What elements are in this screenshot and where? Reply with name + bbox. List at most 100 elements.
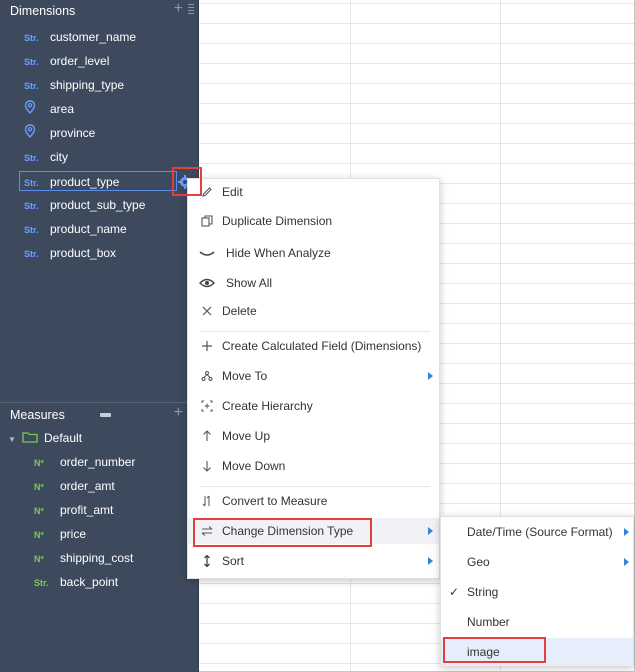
field-name: profit_amt — [60, 503, 114, 517]
dimension-field-selected[interactable]: Str. product_type — [19, 171, 192, 191]
field-name: product_type — [50, 175, 120, 189]
grid-row-divider — [200, 163, 635, 164]
folder-icon — [22, 432, 38, 443]
collapse-icon[interactable] — [100, 413, 111, 417]
submenu-item-label: String — [467, 585, 499, 599]
menu-item-move-to[interactable]: Move To — [188, 363, 439, 389]
menu-item-label: Convert to Measure — [222, 494, 328, 508]
number-type-icon: Nº — [34, 530, 44, 540]
menu-item-create-calculated-field[interactable]: Create Calculated Field (Dimensions) — [188, 333, 439, 359]
measure-field[interactable]: Nº profit_amt — [34, 500, 113, 520]
submenu-item-label: Geo — [467, 555, 490, 569]
dimensions-title: Dimensions — [10, 4, 76, 18]
measure-field[interactable]: Nº shipping_cost — [34, 548, 133, 568]
dimension-field[interactable]: Str. customer_name — [24, 27, 136, 47]
dimension-field[interactable]: Str. order_level — [24, 51, 109, 71]
dimension-field[interactable]: Str. shipping_type — [24, 75, 124, 95]
add-measure-icon[interactable]: + — [174, 405, 183, 421]
string-type-icon: Str. — [24, 201, 39, 211]
field-name: product_box — [50, 246, 117, 260]
string-type-icon: Str. — [24, 33, 39, 43]
number-type-icon: Nº — [34, 482, 44, 492]
string-type-icon: Str. — [24, 178, 39, 188]
dimension-field[interactable]: Str. city — [24, 147, 68, 167]
dimension-field[interactable]: area — [24, 99, 74, 119]
eye-closed-icon — [199, 251, 215, 256]
menu-item-edit[interactable]: Edit — [188, 179, 439, 205]
move-to-icon — [201, 371, 213, 381]
menu-item-label: Sort — [222, 554, 245, 568]
grid-row-divider — [200, 63, 635, 64]
submenu-item-string[interactable]: ✓ String — [441, 578, 633, 606]
string-type-icon: Str. — [24, 57, 39, 67]
measure-group-default[interactable]: ▼ Default — [8, 428, 82, 448]
string-type-icon: Str. — [34, 578, 49, 588]
measure-field[interactable]: Nº order_amt — [34, 476, 115, 496]
menu-item-move-down[interactable]: Move Down — [188, 453, 439, 479]
menu-item-duplicate-dimension[interactable]: Duplicate Dimension — [188, 208, 439, 234]
grid-row-divider — [200, 123, 635, 124]
field-panel: Dimensions + Str. customer_name Str. order… — [0, 0, 199, 672]
submenu-arrow-icon — [624, 558, 629, 566]
dimension-field[interactable]: Str. product_box — [24, 243, 116, 263]
submenu-arrow-icon — [428, 557, 433, 565]
group-name: Default — [44, 431, 83, 445]
grid-row-divider — [200, 23, 635, 24]
field-name: order_amt — [60, 479, 115, 493]
submenu-item-label: Date/Time (Source Format) — [467, 525, 613, 539]
submenu-item-geo[interactable]: Geo — [441, 548, 633, 576]
menu-item-hide-when-analyze[interactable]: Hide When Analyze — [188, 240, 439, 266]
number-type-icon: Nº — [34, 458, 44, 468]
arrow-down-icon — [203, 461, 211, 472]
close-icon — [202, 306, 212, 316]
arrow-up-icon — [203, 430, 211, 441]
geo-pin-icon — [24, 100, 46, 120]
field-name: city — [50, 150, 68, 164]
field-name: province — [50, 126, 96, 140]
measures-title: Measures — [10, 408, 65, 422]
eye-icon — [199, 278, 215, 288]
drag-handle-icon[interactable] — [188, 4, 194, 14]
hierarchy-icon — [201, 400, 213, 412]
dimension-field[interactable]: Str. product_name — [24, 219, 127, 239]
dimensions-header: Dimensions + — [0, 0, 199, 22]
menu-item-show-all[interactable]: Show All — [188, 270, 439, 296]
menu-item-move-up[interactable]: Move Up — [188, 423, 439, 449]
copy-icon — [201, 215, 213, 227]
field-name: price — [60, 527, 87, 541]
grid-row-divider — [200, 143, 635, 144]
menu-item-label: Show All — [226, 276, 273, 290]
menu-separator — [200, 486, 430, 487]
number-type-icon: Nº — [34, 554, 44, 564]
measure-field[interactable]: Nº order_number — [34, 452, 135, 472]
field-name: shipping_type — [50, 78, 125, 92]
menu-item-label: Delete — [222, 304, 257, 318]
submenu-item-number[interactable]: Number — [441, 608, 633, 636]
menu-item-delete[interactable]: Delete — [188, 298, 439, 324]
menu-item-label: Move Up — [222, 429, 271, 443]
menu-item-sort[interactable]: Sort — [188, 548, 439, 574]
measure-field[interactable]: Str. back_point — [34, 572, 118, 592]
sort-icon — [204, 555, 210, 567]
measure-field[interactable]: Nº price — [34, 524, 86, 544]
menu-item-convert-to-measure[interactable]: Convert to Measure — [188, 488, 439, 514]
add-dimension-icon[interactable]: + — [174, 1, 183, 17]
submenu-item-datetime[interactable]: Date/Time (Source Format) — [441, 518, 633, 546]
number-type-icon: Nº — [34, 506, 44, 516]
field-name: product_name — [50, 222, 127, 236]
menu-item-create-hierarchy[interactable]: Create Hierarchy — [188, 393, 439, 419]
dimension-field[interactable]: Str. product_sub_type — [24, 195, 145, 215]
caret-down-icon[interactable]: ▼ — [8, 430, 18, 450]
field-name: order_level — [50, 54, 110, 68]
menu-item-label: Hide When Analyze — [226, 246, 331, 260]
menu-separator — [200, 331, 430, 332]
field-name: customer_name — [50, 30, 137, 44]
checkmark-icon: ✓ — [449, 585, 460, 599]
menu-item-label: Edit — [222, 185, 243, 199]
field-name: order_number — [60, 455, 136, 469]
string-type-icon: Str. — [24, 153, 39, 163]
submenu-arrow-icon — [624, 528, 629, 536]
highlight-box-change-type — [193, 518, 372, 547]
dimension-field[interactable]: province — [24, 123, 95, 143]
plus-icon — [202, 341, 212, 351]
